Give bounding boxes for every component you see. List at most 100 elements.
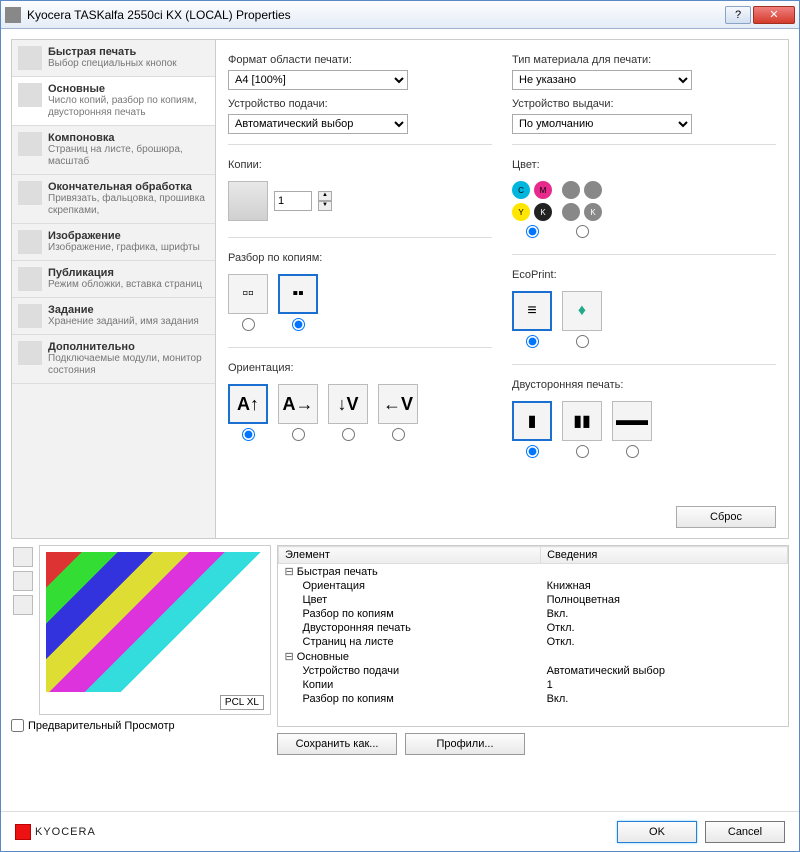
table-row: Разбор по копиямВкл.	[279, 692, 788, 706]
feed-select[interactable]: Автоматический выбор	[228, 114, 408, 134]
group-basic[interactable]: Основные	[279, 649, 788, 664]
sidebar-item-advanced[interactable]: ДополнительноПодключаемые модули, монито…	[12, 335, 215, 384]
sidebar-item-publication[interactable]: ПубликацияРежим обложки, вставка страниц	[12, 261, 215, 298]
sidebar-item-image[interactable]: ИзображениеИзображение, графика, шрифты	[12, 224, 215, 261]
divider	[228, 144, 492, 145]
output-select[interactable]: По умолчанию	[512, 114, 692, 134]
group-quickprint[interactable]: Быстрая печать	[279, 564, 788, 580]
preview-tab-1[interactable]	[13, 547, 33, 567]
media-label: Тип материала для печати:	[512, 54, 776, 66]
duplex-off-icon: ▮	[512, 401, 552, 441]
table-row: Двусторонняя печатьОткл.	[279, 621, 788, 635]
orient-landscape-rot[interactable]: ←V	[378, 384, 418, 441]
brand: KYOCERA	[15, 824, 96, 840]
preview-checkbox[interactable]	[11, 719, 24, 732]
color-options: CMYK K	[512, 181, 776, 238]
sidebar-item-layout[interactable]: КомпоновкаСтраниц на листе, брошюра, мас…	[12, 126, 215, 175]
collate-off[interactable]: ▫▫	[228, 274, 268, 331]
app-icon	[5, 7, 21, 23]
ok-button[interactable]: OK	[617, 821, 697, 843]
print-area-select[interactable]: A4 [100%]	[228, 70, 408, 90]
save-as-button[interactable]: Сохранить как...	[277, 733, 397, 755]
lower-pane: PCL XL Предварительный Просмотр Элемент …	[11, 545, 789, 755]
color-full[interactable]: CMYK	[512, 181, 552, 238]
collate-on-icon: ▪▪	[278, 274, 318, 314]
main-panel: Формат области печати: A4 [100%] Устройс…	[216, 39, 789, 539]
table-row: ЦветПолноцветная	[279, 593, 788, 607]
collate-options: ▫▫ ▪▪	[228, 274, 492, 331]
sidebar-item-basic[interactable]: ОсновныеЧисло копий, разбор по копиям, д…	[12, 77, 215, 126]
details-pane: Элемент Сведения Быстрая печать Ориентац…	[277, 545, 789, 755]
collate-label: Разбор по копиям:	[228, 252, 492, 264]
ecoprint-label: EcoPrint:	[512, 269, 776, 281]
orientation-options: A↑ A→ ↓V ←V	[228, 384, 492, 441]
window-title: Kyocera TASKalfa 2550ci KX (LOCAL) Prope…	[27, 8, 723, 22]
copies-up[interactable]: ▲	[318, 191, 332, 201]
duplex-short-icon: ▬▬	[612, 401, 652, 441]
publication-icon	[18, 267, 42, 291]
profile-buttons: Сохранить как... Профили...	[277, 733, 789, 755]
quickprint-icon	[18, 46, 42, 70]
col-value[interactable]: Сведения	[541, 547, 788, 564]
cancel-button[interactable]: Cancel	[705, 821, 785, 843]
media-select[interactable]: Не указано	[512, 70, 692, 90]
eco-off[interactable]: ≡	[512, 291, 552, 348]
collate-on[interactable]: ▪▪	[278, 274, 318, 331]
print-area-label: Формат области печати:	[228, 54, 492, 66]
preview-checkbox-row[interactable]: Предварительный Просмотр	[11, 719, 271, 732]
sidebar-item-finishing[interactable]: Окончательная обработкаПривязать, фальцо…	[12, 175, 215, 224]
job-icon	[18, 304, 42, 328]
orientation-label: Ориентация:	[228, 362, 492, 374]
orient-landscape[interactable]: A→	[278, 384, 318, 441]
preview-image	[46, 552, 264, 692]
collate-off-icon: ▫▫	[228, 274, 268, 314]
sidebar-item-quickprint[interactable]: Быстрая печатьВыбор специальных кнопок	[12, 40, 215, 77]
copies-input[interactable]	[274, 191, 312, 211]
help-button[interactable]: ?	[725, 6, 751, 24]
sidebar-item-job[interactable]: ЗаданиеХранение заданий, имя задания	[12, 298, 215, 335]
col-element[interactable]: Элемент	[279, 547, 541, 564]
sidebar: Быстрая печатьВыбор специальных кнопок О…	[11, 39, 216, 539]
profiles-button[interactable]: Профили...	[405, 733, 525, 755]
eco-on[interactable]: ♦	[562, 291, 602, 348]
basic-icon	[18, 83, 42, 107]
eco-on-icon: ♦	[562, 291, 602, 331]
copies-down[interactable]: ▼	[318, 201, 332, 211]
divider	[512, 144, 776, 145]
divider	[512, 364, 776, 365]
preview-tabs	[11, 545, 35, 715]
footer: KYOCERA OK Cancel	[1, 811, 799, 851]
content: Быстрая печатьВыбор специальных кнопок О…	[1, 29, 799, 811]
close-button[interactable]: ✕	[753, 6, 795, 24]
color-mono[interactable]: K	[562, 181, 602, 238]
duplex-long[interactable]: ▮▮	[562, 401, 602, 458]
preview-tab-2[interactable]	[13, 571, 33, 591]
duplex-off[interactable]: ▮	[512, 401, 552, 458]
settings-table[interactable]: Элемент Сведения Быстрая печать Ориентац…	[277, 545, 789, 727]
table-row: Копии1	[279, 678, 788, 692]
divider	[228, 237, 492, 238]
right-column: Тип материала для печати: Не указано Уст…	[512, 50, 776, 528]
divider	[228, 347, 492, 348]
copies-label: Копии:	[228, 159, 492, 171]
reset-button[interactable]: Сброс	[676, 506, 776, 528]
duplex-label: Двусторонняя печать:	[512, 379, 776, 391]
finishing-icon	[18, 181, 42, 205]
table-row: Устройство подачиАвтоматический выбор	[279, 664, 788, 678]
copies-spinner: ▲▼	[228, 181, 492, 221]
color-label: Цвет:	[512, 159, 776, 171]
preview-tab-3[interactable]	[13, 595, 33, 615]
table-row: Разбор по копиямВкл.	[279, 607, 788, 621]
duplex-short[interactable]: ▬▬	[612, 401, 652, 458]
properties-window: Kyocera TASKalfa 2550ci KX (LOCAL) Prope…	[0, 0, 800, 852]
titlebar: Kyocera TASKalfa 2550ci KX (LOCAL) Prope…	[1, 1, 799, 29]
table-row: ОриентацияКнижная	[279, 579, 788, 593]
feed-label: Устройство подачи:	[228, 98, 492, 110]
duplex-options: ▮ ▮▮ ▬▬	[512, 401, 776, 458]
orient-portrait-rot[interactable]: ↓V	[328, 384, 368, 441]
output-label: Устройство выдачи:	[512, 98, 776, 110]
divider	[512, 254, 776, 255]
grayscale-icon: K	[562, 181, 602, 221]
orient-portrait[interactable]: A↑	[228, 384, 268, 441]
cmyk-icon: CMYK	[512, 181, 552, 221]
